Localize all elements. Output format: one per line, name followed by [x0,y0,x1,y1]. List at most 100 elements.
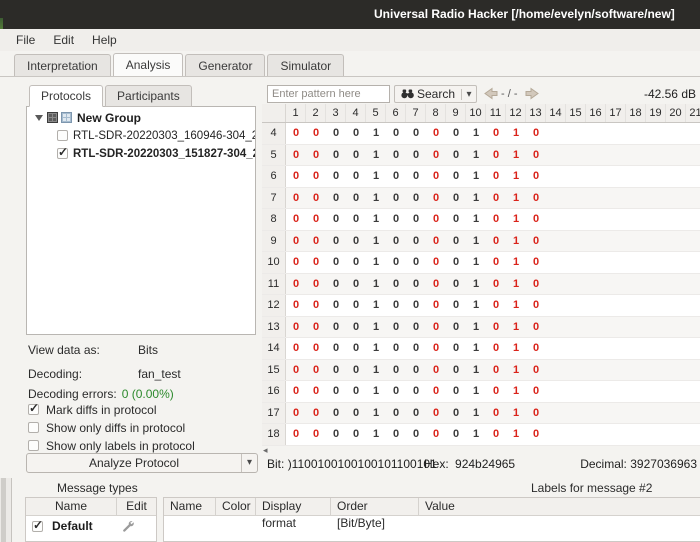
bit-cell[interactable]: 0 [426,123,446,144]
search-input[interactable] [267,85,390,103]
bit-cell[interactable] [546,231,566,252]
bit-cell[interactable]: 1 [366,274,386,295]
bit-cell[interactable] [606,166,626,187]
bit-cell[interactable]: 0 [306,317,326,338]
bit-cell[interactable]: 0 [406,166,426,187]
bit-cell[interactable]: 1 [506,145,526,166]
bit-cell[interactable] [606,360,626,381]
bit-cell[interactable]: 1 [506,209,526,230]
bit-cell[interactable] [646,166,666,187]
checkbox-show-only-labels[interactable]: Show only labels in protocol [28,438,195,453]
bit-cell[interactable]: 0 [306,252,326,273]
column-header[interactable]: 9 [446,104,466,122]
bit-cell[interactable]: 0 [326,252,346,273]
row-header[interactable]: 5 [262,145,286,166]
bit-cell[interactable]: 0 [446,403,466,424]
bit-cell[interactable]: 0 [426,231,446,252]
bit-cell[interactable] [666,231,686,252]
bit-cell[interactable] [626,403,646,424]
tree-item-protocol-2[interactable]: ✓ RTL-SDR-20220303_151827-304_2M... [27,146,255,161]
bit-cell[interactable]: 0 [446,209,466,230]
bit-cell[interactable]: 0 [286,403,306,424]
bit-cell[interactable]: 0 [326,123,346,144]
column-header[interactable]: 20 [666,104,686,122]
row-header[interactable]: 17 [262,403,286,424]
bit-cell[interactable]: 0 [286,123,306,144]
bit-cell[interactable]: 1 [466,317,486,338]
bit-cell[interactable] [546,360,566,381]
bottom-left-scrollbar[interactable] [0,478,12,542]
column-header[interactable]: 6 [386,104,406,122]
column-header-order[interactable]: Order [Bit/Byte] [331,498,419,515]
checkbox-mark-diffs[interactable]: ✓ Mark diffs in protocol [28,402,157,417]
bit-cell[interactable]: 0 [346,317,366,338]
bit-cell[interactable]: 1 [466,231,486,252]
bit-cell[interactable] [646,188,666,209]
message-type-name[interactable]: Default [52,519,93,533]
column-header[interactable]: 17 [606,104,626,122]
bit-cell[interactable]: 1 [506,274,526,295]
bit-cell[interactable] [646,145,666,166]
bit-cell[interactable]: 0 [486,381,506,402]
message-type-row-default[interactable]: ✓ Default [26,516,156,536]
bit-cell[interactable]: 0 [346,231,366,252]
bit-cell[interactable] [586,403,606,424]
search-button[interactable]: Search ▾ [394,85,477,103]
bit-cell[interactable]: 0 [426,252,446,273]
bit-cell[interactable] [646,123,666,144]
bit-cell[interactable]: 0 [426,338,446,359]
bit-cell[interactable]: 0 [526,274,546,295]
bit-cell[interactable]: 0 [306,231,326,252]
row-header[interactable]: 16 [262,381,286,402]
bit-cell[interactable] [646,338,666,359]
row-header[interactable]: 14 [262,338,286,359]
bit-cell[interactable] [606,274,626,295]
bit-cell[interactable] [686,338,700,359]
bit-cell[interactable]: 0 [486,360,506,381]
column-header[interactable]: 21 [686,104,700,122]
bit-cell[interactable] [666,317,686,338]
bit-cell[interactable]: 0 [446,360,466,381]
bit-cell[interactable]: 0 [306,166,326,187]
bit-cell[interactable]: 0 [486,424,506,445]
bit-cell[interactable] [566,381,586,402]
bit-cell[interactable]: 0 [286,252,306,273]
row-header[interactable]: 18 [262,424,286,445]
bit-cell[interactable]: 0 [386,317,406,338]
tab-interpretation[interactable]: Interpretation [14,54,111,76]
bit-cell[interactable] [626,317,646,338]
bit-cell[interactable]: 0 [346,123,366,144]
bit-cell[interactable]: 0 [446,424,466,445]
bit-cell[interactable] [546,338,566,359]
bit-cell[interactable]: 0 [346,252,366,273]
bit-cell[interactable] [686,274,700,295]
bit-cell[interactable]: 1 [366,188,386,209]
bit-cell[interactable]: 0 [446,166,466,187]
bit-cell[interactable]: 0 [326,188,346,209]
bit-cell[interactable]: 0 [526,188,546,209]
menu-help[interactable]: Help [84,31,125,49]
protocol-checkbox-unchecked[interactable] [57,130,68,141]
bit-cell[interactable]: 0 [306,145,326,166]
bit-cell[interactable] [606,123,626,144]
bit-cell[interactable]: 0 [526,166,546,187]
bit-cell[interactable]: 0 [526,231,546,252]
bit-cell[interactable]: 0 [386,188,406,209]
bit-cell[interactable]: 0 [386,166,406,187]
bit-cell[interactable] [626,295,646,316]
bit-cell[interactable]: 0 [326,317,346,338]
tab-participants[interactable]: Participants [105,85,192,107]
bit-cell[interactable]: 0 [326,295,346,316]
bit-cell[interactable]: 0 [426,166,446,187]
bit-cell[interactable]: 0 [386,360,406,381]
tree-group-label[interactable]: New Group [77,111,141,125]
bit-cell[interactable]: 0 [406,274,426,295]
bit-cell[interactable]: 0 [406,360,426,381]
bit-cell[interactable]: 0 [486,274,506,295]
bit-cell[interactable]: 0 [386,295,406,316]
bit-cell[interactable] [606,381,626,402]
bit-cell[interactable]: 0 [426,188,446,209]
bit-cell[interactable]: 0 [526,338,546,359]
bit-cell[interactable]: 1 [466,381,486,402]
bit-cell[interactable]: 0 [326,338,346,359]
